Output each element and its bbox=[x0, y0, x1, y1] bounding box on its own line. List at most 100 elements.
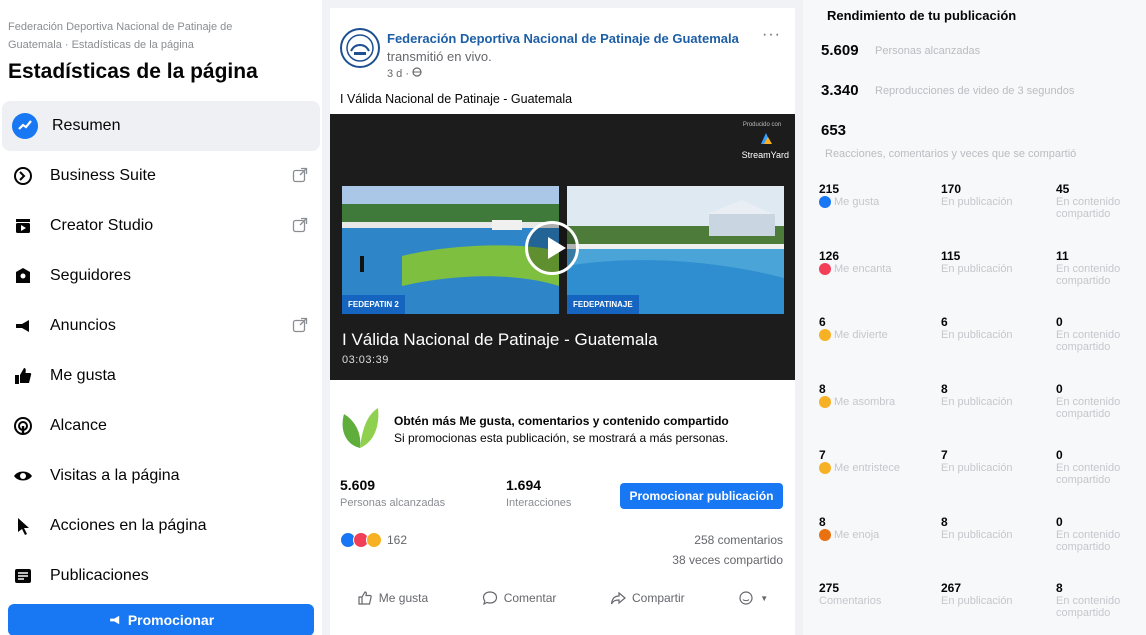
sidebar-item-label: Alcance bbox=[50, 417, 107, 434]
federation-logo-icon bbox=[346, 34, 374, 62]
total-value: 6 bbox=[819, 315, 826, 329]
camera-feed-2: FEDEPATINAJE bbox=[567, 186, 784, 314]
promote-button[interactable]: Promocionar bbox=[8, 604, 314, 635]
on-post-value: 8 bbox=[941, 514, 948, 529]
camera-label: FEDEPATIN 2 bbox=[342, 295, 405, 314]
sidebar-item-visitas[interactable]: Visitas a la página bbox=[0, 451, 322, 501]
video-player[interactable]: Producido con StreamYard FEDEPATIN 2 FED… bbox=[330, 114, 795, 380]
play-icon[interactable] bbox=[525, 221, 579, 275]
sidebar-item-anuncios[interactable]: Anuncios bbox=[0, 301, 322, 351]
sidebar: Federación Deportiva Nacional de Patinaj… bbox=[0, 0, 322, 635]
on-shared-value: 45 bbox=[1056, 182, 1070, 196]
on-shared-value: 11 bbox=[1056, 248, 1069, 263]
on-shared-label: En contenido compartido bbox=[1056, 462, 1121, 486]
external-link-icon[interactable] bbox=[292, 167, 308, 183]
breadcrumb[interactable]: Federación Deportiva Nacional de Patinaj… bbox=[8, 18, 278, 54]
reach-value: 5.609 bbox=[340, 477, 376, 493]
sidebar-item-acciones[interactable]: Acciones en la página bbox=[0, 501, 322, 551]
interactions-value: 1.694 bbox=[506, 477, 542, 493]
on-post-label: En publicación bbox=[941, 329, 1013, 341]
chart-line-icon bbox=[12, 113, 38, 139]
promo-subtext: Si promocionas esta publicación, se most… bbox=[394, 431, 729, 445]
reach-total-value: 5.609 bbox=[821, 42, 859, 59]
on-post-label: En publicación bbox=[941, 528, 1013, 541]
breakdown-total: 8 Me enoja bbox=[819, 515, 879, 541]
breakdown-total: 8 Me asombra bbox=[819, 382, 895, 408]
reaction-label: Me enoja bbox=[834, 528, 880, 541]
comment-button[interactable]: Comentar bbox=[482, 590, 556, 606]
cursor-icon bbox=[10, 513, 36, 539]
sidebar-item-seguidores[interactable]: Seguidores bbox=[0, 251, 322, 301]
more-options-icon[interactable]: ··· bbox=[762, 26, 781, 44]
promote-label: Promocionar bbox=[127, 612, 215, 628]
sidebar-item-label: Seguidores bbox=[50, 267, 131, 284]
breakdown-on-post: 7 En publicación bbox=[941, 448, 1013, 474]
post-timestamp[interactable]: 3 d · bbox=[387, 67, 422, 80]
sidebar-item-publicaciones[interactable]: Publicaciones bbox=[0, 551, 322, 601]
like-reaction-icon bbox=[819, 196, 831, 208]
page-avatar[interactable] bbox=[340, 28, 380, 68]
on-shared-value: 0 bbox=[1056, 514, 1063, 529]
shares-count[interactable]: 38 veces compartido bbox=[672, 553, 783, 567]
total-value: 7 bbox=[819, 448, 826, 462]
total-value: 126 bbox=[819, 248, 840, 263]
page-title: Estadísticas de la página bbox=[8, 60, 258, 83]
reaction-summary[interactable]: 162 bbox=[340, 532, 407, 548]
eye-icon bbox=[10, 463, 36, 489]
comments-count[interactable]: 258 comentarios bbox=[694, 533, 783, 547]
breakdown-on-post: 8 En publicación bbox=[941, 515, 1013, 541]
breakdown-on-post: 115 En publicación bbox=[941, 249, 1013, 275]
haha-reaction-icon bbox=[366, 532, 382, 548]
share-button[interactable]: Compartir bbox=[610, 590, 685, 606]
followers-icon bbox=[10, 263, 36, 289]
breakdown-on-shared: 45 En contenido compartido bbox=[1056, 182, 1146, 220]
on-post-value: 8 bbox=[941, 381, 948, 396]
breakdown-total: 7 Me entristece bbox=[819, 448, 900, 474]
boost-post-button[interactable]: Promocionar publicación bbox=[620, 483, 783, 509]
post-time-text: 3 d · bbox=[387, 68, 413, 80]
on-shared-label: En contenido compartido bbox=[1056, 196, 1121, 220]
like-label: Me gusta bbox=[378, 591, 429, 605]
leaf-icon bbox=[342, 408, 379, 448]
sidebar-item-alcance[interactable]: Alcance bbox=[0, 401, 322, 451]
on-post-label: En publicación bbox=[941, 595, 1013, 607]
on-post-label: En publicación bbox=[941, 196, 1013, 208]
breakdown-on-post: 6 En publicación bbox=[941, 315, 1013, 341]
page-name-link[interactable]: Federación Deportiva Nacional de Patinaj… bbox=[387, 31, 739, 46]
sidebar-item-me-gusta[interactable]: Me gusta bbox=[0, 351, 322, 401]
post-text: I Válida Nacional de Patinaje - Guatemal… bbox=[340, 92, 573, 106]
reach-icon bbox=[10, 413, 36, 439]
on-shared-label: En contenido compartido bbox=[1056, 262, 1121, 287]
breakdown-total: 275 Comentarios bbox=[819, 581, 881, 607]
performance-title: Rendimiento de tu publicación bbox=[827, 8, 1017, 23]
breakdown-total: 6 Me divierte bbox=[819, 315, 888, 341]
on-shared-value: 0 bbox=[1056, 381, 1063, 396]
breakdown-on-shared: 11 En contenido compartido bbox=[1056, 249, 1146, 287]
megaphone-icon bbox=[10, 313, 36, 339]
on-post-value: 115 bbox=[941, 248, 961, 263]
sidebar-item-business-suite[interactable]: Business Suite bbox=[0, 151, 322, 201]
engagement-value: 653 bbox=[821, 122, 847, 139]
reach-total-label: Personas alcanzadas bbox=[875, 45, 981, 57]
business-suite-icon bbox=[10, 163, 36, 189]
thumbs-up-icon bbox=[10, 363, 36, 389]
breakdown-row-wow: 8 Me asombra 8 En publicación 0 En conte… bbox=[819, 382, 1146, 449]
megaphone-icon bbox=[109, 615, 120, 625]
camera-label: FEDEPATINAJE bbox=[567, 295, 639, 314]
sidebar-item-label: Visitas a la página bbox=[50, 467, 180, 484]
reaction-label: Comentarios bbox=[819, 595, 882, 607]
reaction-selector-button[interactable]: ▼ bbox=[738, 590, 768, 606]
external-link-icon[interactable] bbox=[292, 217, 308, 233]
promotion-banner: Obtén más Me gusta, comentarios y conten… bbox=[330, 398, 795, 458]
breakdown-on-shared: 8 En contenido compartido bbox=[1056, 581, 1146, 619]
sidebar-item-resumen[interactable]: Resumen bbox=[2, 101, 320, 151]
breakdown-on-shared: 0 En contenido compartido bbox=[1056, 315, 1146, 353]
external-link-icon[interactable] bbox=[292, 317, 308, 333]
on-shared-value: 0 bbox=[1056, 448, 1063, 462]
video-title: I Válida Nacional de Patinaje - Guatemal… bbox=[342, 330, 658, 349]
sidebar-item-creator-studio[interactable]: Creator Studio bbox=[0, 201, 322, 251]
breakdown-on-post: 8 En publicación bbox=[941, 382, 1013, 408]
breakdown-row-love: 126 Me encanta 115 En publicación 11 En … bbox=[819, 249, 1146, 316]
like-button[interactable]: Me gusta bbox=[357, 590, 428, 606]
breakdown-row-haha: 6 Me divierte 6 En publicación 0 En cont… bbox=[819, 315, 1146, 382]
